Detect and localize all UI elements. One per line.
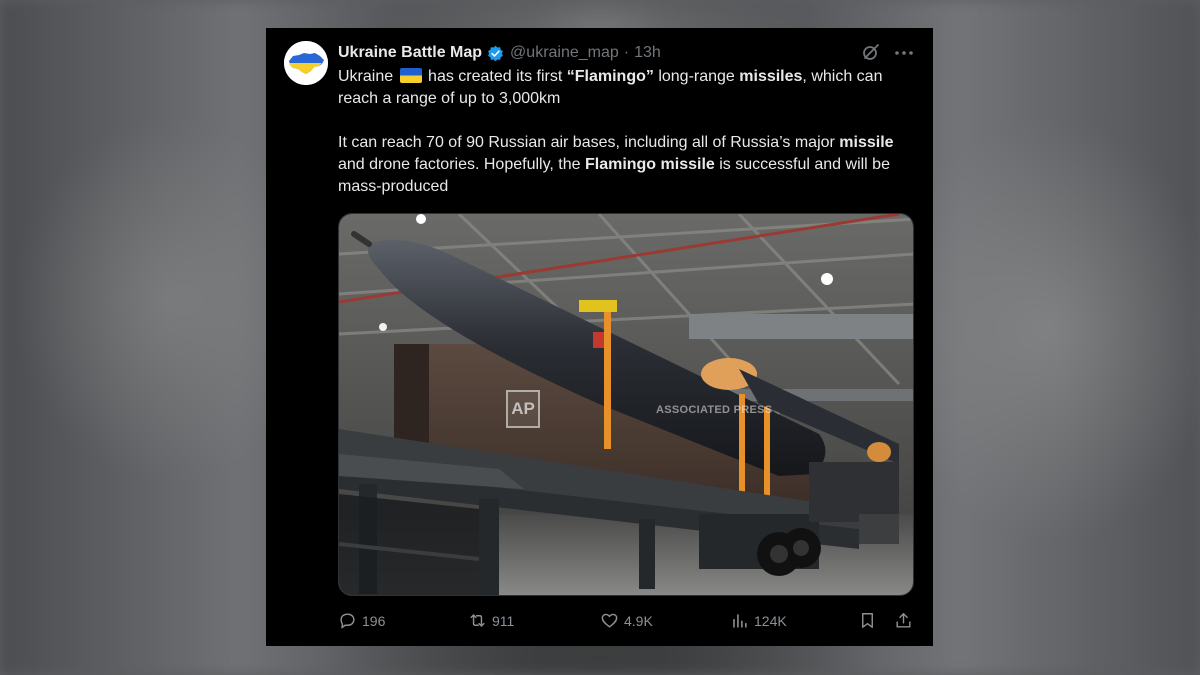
author-display-name[interactable]: Ukraine Battle Map — [338, 44, 482, 62]
reply-button[interactable]: 196 — [338, 611, 385, 630]
text-span: long-range — [653, 68, 740, 85]
repost-icon — [470, 614, 485, 627]
post-text: Ukraine has created its first “Flamingo”… — [338, 66, 918, 198]
post-paragraph-2: It can reach 70 of 90 Russian air bases,… — [338, 132, 918, 198]
share-icon — [896, 613, 911, 628]
bold-text: missiles — [739, 68, 803, 85]
text-span: It can reach 70 of 90 Russian air bases,… — [338, 134, 840, 151]
grok-icon[interactable] — [861, 42, 881, 62]
reply-count: 196 — [362, 612, 386, 629]
more-icon[interactable] — [893, 43, 915, 63]
post-header: Ukraine Battle Map @ukraine_map · 13h — [338, 42, 918, 64]
ukraine-map-avatar-icon — [284, 41, 328, 85]
text-span: and drone factories. Hopefully, the — [338, 156, 585, 173]
bold-text: missile — [839, 134, 894, 151]
like-icon — [601, 613, 618, 628]
text-span: has created its first — [423, 68, 567, 85]
bold-text: “Flamingo” — [566, 68, 654, 85]
view-count: 124K — [754, 612, 787, 629]
post-action-bar: 196 911 4.9K 124K — [338, 608, 918, 634]
watermark-text: ASSOCIATED PRESS — [656, 404, 773, 416]
ap-logo: AP — [506, 390, 540, 428]
like-count: 4.9K — [624, 612, 653, 629]
avatar[interactable] — [284, 41, 328, 85]
post-card[interactable]: Ukraine Battle Map @ukraine_map · 13h Uk… — [266, 28, 933, 646]
post-paragraph-1: Ukraine has created its first “Flamingo”… — [338, 66, 918, 110]
bookmark-button[interactable] — [858, 611, 882, 630]
separator-dot: · — [623, 44, 630, 61]
watermark: AP ASSOCIATED PRESS — [506, 390, 772, 428]
ukraine-flag-icon — [399, 68, 422, 83]
repost-button[interactable]: 911 — [468, 611, 514, 630]
bookmark-icon — [862, 613, 873, 628]
author-handle[interactable]: @ukraine_map — [510, 44, 619, 62]
bold-text: Flamingo missile — [584, 156, 715, 173]
text-span: Ukraine — [338, 68, 394, 85]
verified-badge-icon — [488, 45, 503, 61]
like-button[interactable]: 4.9K — [600, 611, 653, 630]
reply-icon — [340, 613, 355, 629]
views-button[interactable]: 124K — [730, 611, 787, 630]
repost-count: 911 — [492, 612, 515, 629]
post-media-photo[interactable]: AP ASSOCIATED PRESS — [338, 213, 914, 596]
views-icon — [733, 614, 747, 628]
post-timestamp[interactable]: 13h — [634, 44, 661, 62]
share-button[interactable] — [894, 611, 918, 630]
